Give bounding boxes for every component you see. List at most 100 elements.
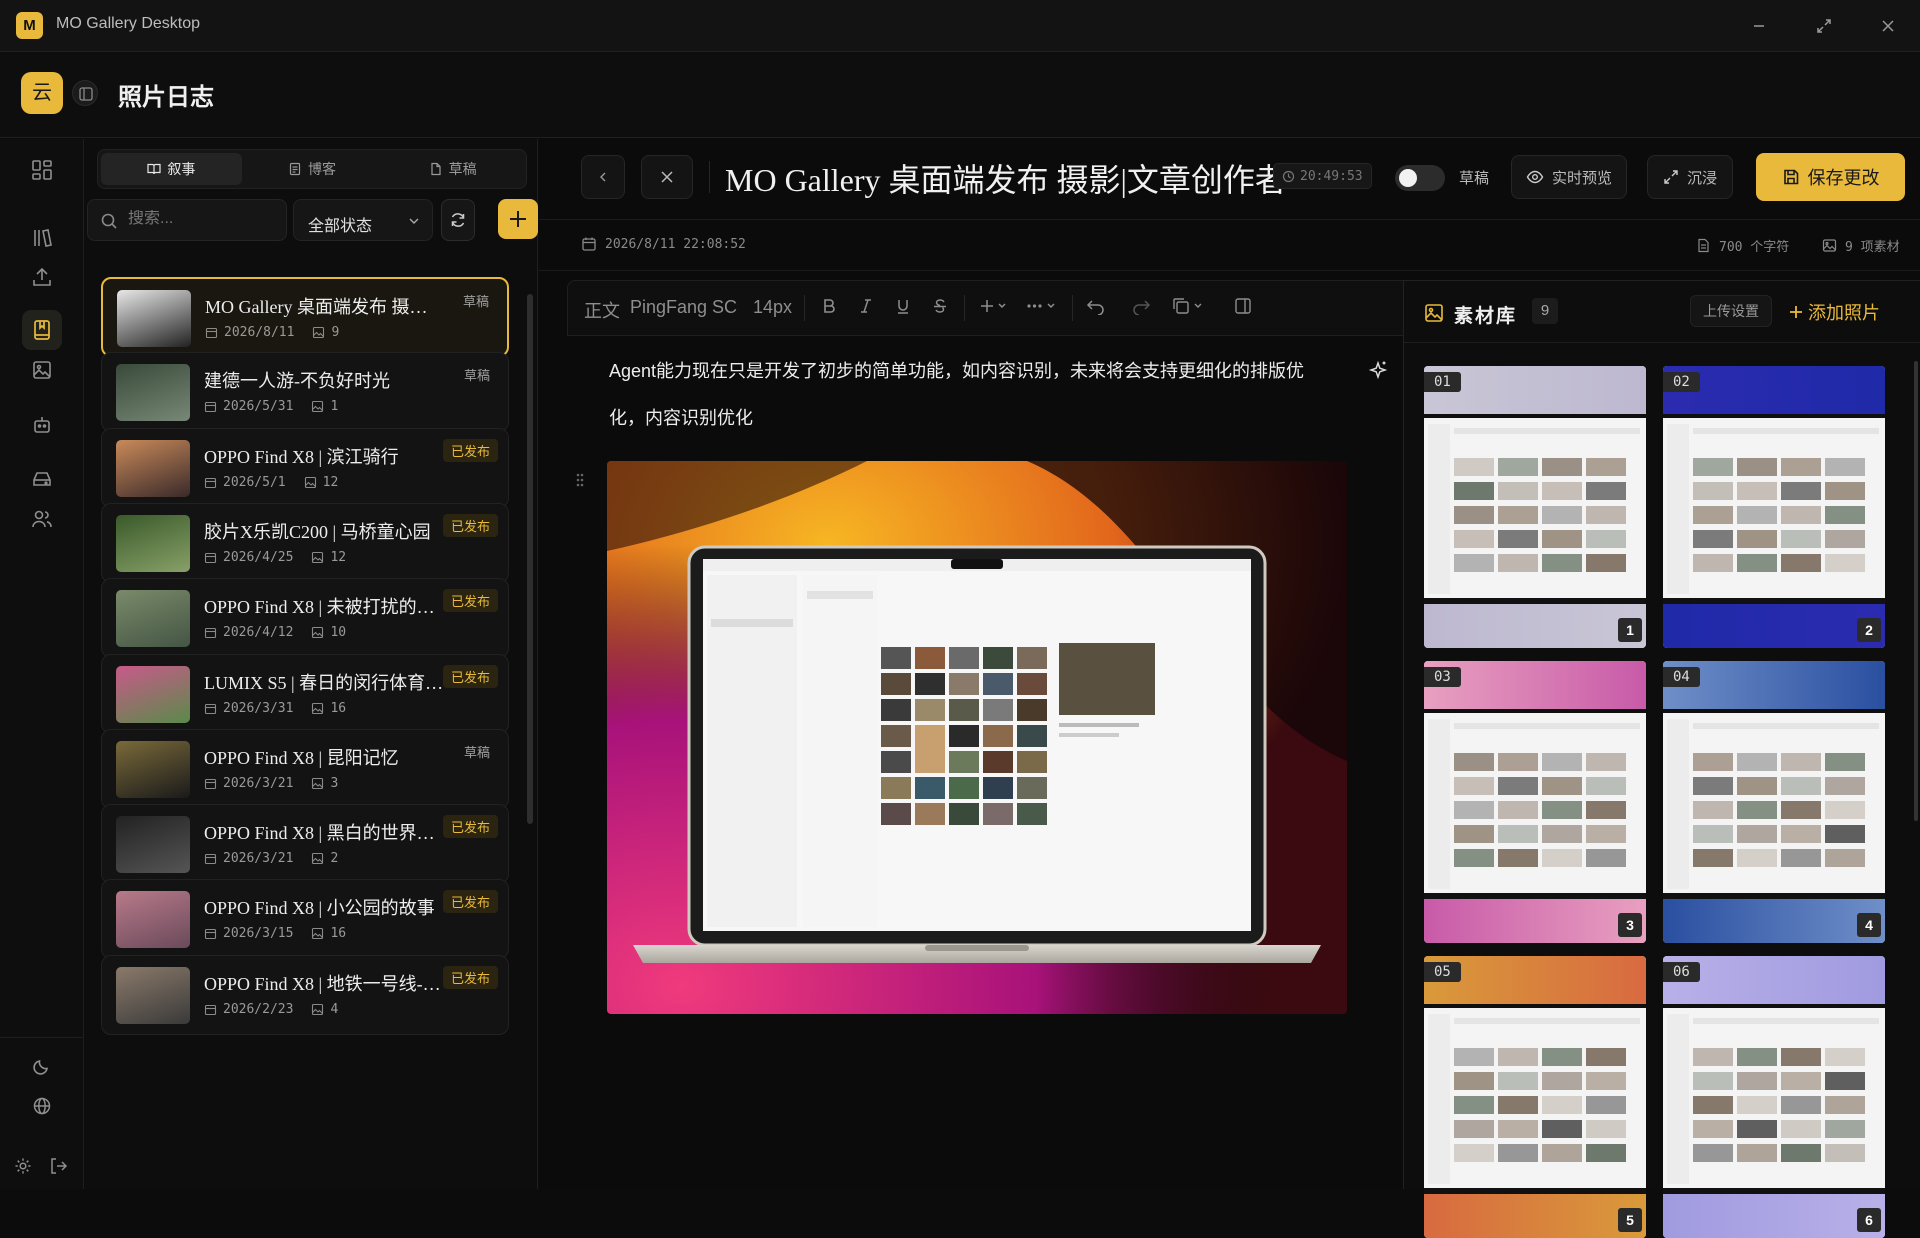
file-draft-icon — [431, 162, 441, 176]
post-card[interactable]: OPPO Find X8 | 未被打扰的乡间小路 2026/4/12 10 已发布 — [101, 578, 509, 659]
asset-tile[interactable]: 06 6 — [1663, 956, 1885, 1238]
asset-tile[interactable]: 03 3 — [1424, 661, 1646, 943]
sidebar-toggle-button[interactable] — [72, 80, 98, 106]
minimize-button[interactable] — [1745, 12, 1773, 40]
add-post-button[interactable] — [498, 199, 538, 239]
search-field[interactable] — [87, 199, 287, 241]
post-date: 2026/5/31 — [223, 399, 294, 415]
nav-upload[interactable] — [22, 257, 62, 297]
undo-button[interactable] — [1086, 297, 1106, 315]
content-paragraph[interactable]: Agent能力现在只是开发了初步的简单功能，如内容识别，未来将会支持更细化的排版… — [609, 348, 1339, 442]
grid-icon — [32, 160, 52, 180]
nav-users[interactable] — [22, 499, 62, 539]
post-title: OPPO Find X8 | 未被打扰的乡间小路 — [204, 597, 444, 618]
bold-icon — [824, 299, 835, 313]
tab-blog[interactable]: 博客 — [242, 153, 383, 185]
close-editor-button[interactable] — [641, 155, 693, 199]
post-card[interactable]: OPPO Find X8 | 昆阳记忆 2026/3/21 3 草稿 — [101, 728, 509, 809]
status-badge: 已发布 — [442, 890, 498, 914]
brand-badge[interactable]: 云 — [21, 72, 63, 114]
nav-agent[interactable] — [22, 405, 62, 445]
asset-screen-preview — [1663, 713, 1885, 893]
post-thumbnail — [116, 439, 190, 497]
post-date: 2026/3/15 — [223, 926, 294, 942]
add-photo-button[interactable]: 添加照片 — [1788, 299, 1880, 325]
image-icon — [312, 551, 324, 563]
post-card[interactable]: 胶片X乐凯C200 | 马桥童心园 2026/4/25 12 已发布 — [101, 502, 509, 583]
asset-count-badge: 9 — [1532, 298, 1558, 324]
save-label: 保存更改 — [1807, 168, 1880, 188]
post-card[interactable]: OPPO Find X8 | 黑白的世界里的光影 2026/3/21 2 已发布 — [101, 804, 509, 885]
nav-gallery[interactable] — [22, 350, 62, 390]
settings-button[interactable] — [13, 1156, 33, 1176]
post-card[interactable]: MO Gallery 桌面端发布 摄影|文章创作者 2026/8/11 9 草稿 — [101, 277, 509, 357]
theme-toggle[interactable] — [22, 1046, 62, 1086]
nav-dashboard[interactable] — [22, 150, 62, 190]
post-thumbnail — [116, 364, 190, 422]
asset-number: 04 — [1663, 667, 1700, 687]
post-meta: 2026/3/21 2 — [204, 851, 338, 866]
post-thumbnail — [117, 290, 191, 347]
post-card[interactable]: OPPO Find X8 | 地铁一号线-莘庄站 2026/2/23 4 已发布 — [101, 954, 509, 1035]
refresh-button[interactable] — [441, 199, 475, 241]
post-meta: 2026/5/1 12 — [204, 475, 338, 490]
image-icon — [312, 702, 324, 714]
immersive-button[interactable]: 沉浸 — [1647, 155, 1733, 199]
copy-menu-button[interactable] — [1172, 297, 1206, 315]
status-badge: 已发布 — [442, 815, 498, 839]
draft-toggle[interactable] — [1395, 165, 1445, 191]
asset-tile[interactable]: 02 2 — [1663, 366, 1885, 648]
strikethrough-button[interactable] — [931, 297, 949, 315]
redo-button[interactable] — [1131, 297, 1151, 315]
asset-bottom-gradient — [1424, 1194, 1646, 1238]
font-size-select[interactable]: 14px — [753, 297, 792, 318]
block-drag-handle[interactable] — [575, 472, 585, 488]
close-icon — [661, 171, 673, 183]
list-scrollbar[interactable] — [527, 294, 533, 824]
screenshot-preview-image — [1428, 1014, 1640, 1184]
tab-drafts[interactable]: 草稿 — [382, 153, 523, 185]
upload-settings-button[interactable]: 上传设置 — [1690, 295, 1772, 327]
save-changes-button[interactable]: 保存更改 — [1756, 153, 1905, 201]
block-type-select[interactable]: 正文 — [584, 297, 620, 323]
post-card[interactable]: OPPO Find X8 | 滨江骑行 2026/5/1 12 已发布 — [101, 427, 509, 508]
status-badge: 草稿 — [463, 744, 490, 760]
post-thumbnail — [116, 966, 190, 1024]
live-preview-button[interactable]: 实时预览 — [1511, 155, 1627, 199]
post-title: 胶片X乐凯C200 | 马桥童心园 — [204, 521, 431, 542]
asset-tile[interactable]: 04 4 — [1663, 661, 1885, 943]
insert-menu-button[interactable] — [979, 297, 1009, 315]
maximize-button[interactable] — [1810, 12, 1838, 40]
tab-narrative[interactable]: 叙事 — [101, 153, 242, 185]
asset-tile[interactable]: 05 5 — [1424, 956, 1646, 1238]
font-family-select[interactable]: PingFang SC — [630, 297, 737, 318]
post-card[interactable]: 建德一人游-不负好时光 2026/5/31 1 草稿 — [101, 352, 509, 433]
document-title[interactable]: MO Gallery 桌面端发布 摄影|文章创作者 — [725, 155, 1287, 201]
search-input[interactable] — [128, 210, 278, 228]
nav-library[interactable] — [22, 218, 62, 258]
back-button[interactable] — [581, 155, 625, 199]
post-card[interactable]: OPPO Find X8 | 小公园的故事 2026/3/15 16 已发布 — [101, 879, 509, 960]
ai-assist-button[interactable] — [1367, 359, 1389, 381]
close-window-button[interactable] — [1874, 12, 1902, 40]
nav-journal[interactable] — [22, 310, 62, 350]
underline-button[interactable] — [894, 297, 912, 315]
post-card[interactable]: LUMIX S5 | 春日的闵行体育公园 2026/3/31 16 已发布 — [101, 653, 509, 734]
autosave-time-value: 20:49:53 — [1300, 168, 1363, 184]
asset-scrollbar[interactable] — [1914, 361, 1918, 821]
italic-button[interactable] — [857, 297, 875, 315]
toggle-side-panel-button[interactable] — [1234, 297, 1252, 315]
logout-button[interactable] — [48, 1156, 68, 1176]
asset-tile[interactable]: 01 1 — [1424, 366, 1646, 648]
asset-screen-preview — [1424, 1008, 1646, 1188]
asset-number: 01 — [1424, 372, 1461, 392]
nav-storage[interactable] — [22, 459, 62, 499]
char-count-value: 700 个字符 — [1719, 240, 1790, 255]
language-toggle[interactable] — [22, 1086, 62, 1126]
embedded-image[interactable] — [607, 461, 1347, 1014]
bold-button[interactable] — [820, 297, 838, 315]
status-select[interactable]: 全部状态 — [293, 199, 433, 241]
asset-screen-preview — [1424, 713, 1646, 893]
tab-label: 草稿 — [448, 161, 477, 177]
more-menu-button[interactable] — [1026, 297, 1058, 315]
